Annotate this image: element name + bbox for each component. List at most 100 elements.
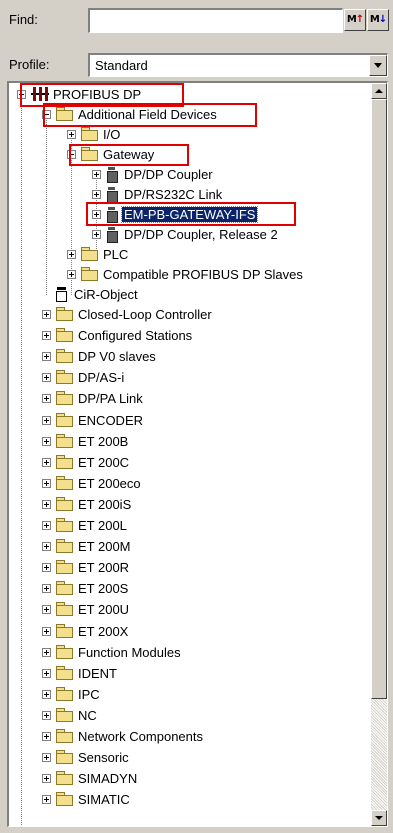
catalog-tree[interactable]: PROFIBUS DP Additional Field Devices I/O… bbox=[7, 81, 388, 827]
tree-item-plc[interactable]: PLC bbox=[9, 245, 209, 265]
vertical-scrollbar[interactable] bbox=[371, 83, 387, 826]
profile-dropdown-button[interactable] bbox=[369, 55, 387, 76]
tree-item-label: CiR-Object bbox=[74, 287, 138, 302]
tree-item-folder[interactable]: ET 200X bbox=[9, 622, 339, 642]
expand-toggle[interactable] bbox=[42, 732, 51, 741]
folder-icon bbox=[56, 328, 73, 343]
tree-item-folder[interactable]: Sensoric bbox=[9, 748, 339, 768]
expand-toggle[interactable] bbox=[42, 647, 51, 657]
collapse-toggle[interactable] bbox=[42, 110, 51, 119]
tree-item-folder[interactable]: ET 200L bbox=[9, 516, 339, 536]
expand-toggle[interactable] bbox=[42, 584, 51, 594]
expand-toggle[interactable] bbox=[42, 373, 51, 383]
expand-toggle[interactable] bbox=[42, 563, 51, 573]
folder-icon bbox=[56, 644, 73, 659]
tree-item-folder[interactable]: Configured Stations bbox=[9, 326, 339, 346]
scroll-up-button[interactable] bbox=[371, 83, 387, 99]
find-down-icon: M↓ bbox=[369, 14, 387, 25]
tree-item-folder[interactable]: ET 200eco bbox=[9, 474, 339, 494]
folder-icon bbox=[56, 771, 73, 786]
expand-toggle[interactable] bbox=[67, 270, 76, 279]
collapse-toggle[interactable] bbox=[67, 150, 76, 159]
expand-toggle[interactable] bbox=[67, 130, 76, 139]
expand-toggle[interactable] bbox=[42, 331, 51, 341]
tree-item-folder[interactable]: Closed-Loop Controller bbox=[9, 305, 339, 325]
tree-item-profibus-dp[interactable]: PROFIBUS DP bbox=[9, 85, 209, 105]
tree-item-em-pb-gateway-ifs[interactable]: EM-PB-GATEWAY-IFS bbox=[9, 205, 309, 225]
profile-value: Standard bbox=[95, 58, 148, 73]
tree-item-folder[interactable]: DP/PA Link bbox=[9, 389, 339, 409]
expand-toggle[interactable] bbox=[42, 499, 51, 509]
expand-toggle[interactable] bbox=[42, 457, 51, 467]
expand-toggle[interactable] bbox=[42, 436, 51, 446]
expand-toggle[interactable] bbox=[92, 190, 101, 199]
expand-toggle[interactable] bbox=[42, 310, 51, 319]
tree-item-folder[interactable]: ET 200M bbox=[9, 537, 339, 557]
tree-item-folder[interactable]: ET 200iS bbox=[9, 495, 339, 515]
folder-icon bbox=[56, 539, 73, 554]
tree-item-label: DP/RS232C Link bbox=[124, 187, 223, 202]
tree-item-label: PLC bbox=[103, 247, 129, 262]
expand-toggle[interactable] bbox=[42, 415, 51, 425]
expand-toggle[interactable] bbox=[42, 521, 51, 530]
collapse-toggle[interactable] bbox=[17, 90, 26, 99]
tree-item-dp-dp-coupler-release-2[interactable]: DP/DP Coupler, Release 2 bbox=[9, 225, 309, 245]
tree-item-label: ET 200B bbox=[78, 433, 129, 449]
expand-toggle[interactable] bbox=[42, 352, 51, 362]
tree-item-folder[interactable]: ET 200C bbox=[9, 453, 339, 473]
tree-item-folder[interactable]: ET 200B bbox=[9, 432, 339, 452]
expand-toggle[interactable] bbox=[92, 170, 101, 179]
device-icon bbox=[107, 227, 118, 243]
tree-item-folder[interactable]: IPC bbox=[9, 685, 339, 705]
expand-toggle[interactable] bbox=[92, 210, 101, 219]
scroll-down-button[interactable] bbox=[371, 810, 387, 826]
tree-item-folder[interactable]: Network Components bbox=[9, 727, 339, 747]
tree-item-folder[interactable]: ET 200U bbox=[9, 600, 339, 620]
expand-toggle[interactable] bbox=[42, 542, 51, 552]
expand-toggle[interactable] bbox=[42, 605, 51, 615]
tree-item-label: Sensoric bbox=[78, 750, 129, 766]
folder-icon bbox=[56, 518, 73, 532]
expand-toggle[interactable] bbox=[42, 710, 51, 720]
tree-item-label: ET 200S bbox=[78, 581, 129, 597]
tree-item-folder[interactable]: NC bbox=[9, 706, 339, 726]
tree-item-label: PROFIBUS DP bbox=[53, 87, 142, 102]
expand-toggle[interactable] bbox=[42, 668, 51, 678]
find-input[interactable] bbox=[88, 8, 343, 33]
expand-toggle[interactable] bbox=[42, 795, 51, 805]
expand-toggle[interactable] bbox=[42, 478, 51, 488]
find-down-button[interactable]: M↓ bbox=[367, 9, 389, 31]
profile-label: Profile: bbox=[9, 57, 50, 72]
expand-toggle[interactable] bbox=[42, 394, 51, 404]
expand-toggle[interactable] bbox=[92, 230, 101, 239]
tree-item-folder[interactable]: DP V0 slaves bbox=[9, 347, 339, 367]
profile-dropdown[interactable]: Standard bbox=[88, 53, 388, 77]
folder-icon bbox=[56, 707, 73, 722]
tree-item-cir-object[interactable]: CiR-Object bbox=[9, 285, 209, 305]
expand-toggle[interactable] bbox=[67, 250, 76, 259]
tree-item-io[interactable]: I/O bbox=[9, 125, 209, 145]
tree-item-compatible-profibus-dp-slaves[interactable]: Compatible PROFIBUS DP Slaves bbox=[9, 265, 359, 285]
tree-item-dp-dp-coupler[interactable]: DP/DP Coupler bbox=[9, 165, 309, 185]
tree-item-dp-rs232c-link[interactable]: DP/RS232C Link bbox=[9, 185, 309, 205]
tree-item-folder[interactable]: ENCODER bbox=[9, 411, 339, 431]
tree-item-folder[interactable]: ET 200R bbox=[9, 558, 339, 578]
tree-item-folder[interactable]: ET 200S bbox=[9, 579, 339, 599]
folder-icon bbox=[56, 602, 73, 617]
tree-item-folder[interactable]: IDENT bbox=[9, 664, 339, 684]
scroll-thumb[interactable] bbox=[371, 99, 387, 699]
tree-item-additional-field-devices[interactable]: Additional Field Devices bbox=[9, 105, 269, 125]
tree-item-label: Network Components bbox=[78, 729, 203, 744]
tree-item-folder[interactable]: SIMATIC bbox=[9, 790, 339, 810]
tree-item-gateway[interactable]: Gateway bbox=[9, 145, 209, 165]
expand-toggle[interactable] bbox=[42, 689, 51, 699]
tree-item-label: Function Modules bbox=[78, 644, 181, 660]
expand-toggle[interactable] bbox=[42, 774, 51, 784]
find-up-button[interactable]: M↑ bbox=[344, 9, 366, 31]
folder-icon bbox=[56, 349, 73, 364]
expand-toggle[interactable] bbox=[42, 753, 51, 763]
tree-item-folder[interactable]: SIMADYN bbox=[9, 769, 339, 789]
expand-toggle[interactable] bbox=[42, 626, 51, 636]
tree-item-folder[interactable]: Function Modules bbox=[9, 643, 339, 663]
tree-item-folder[interactable]: DP/AS-i bbox=[9, 368, 339, 388]
